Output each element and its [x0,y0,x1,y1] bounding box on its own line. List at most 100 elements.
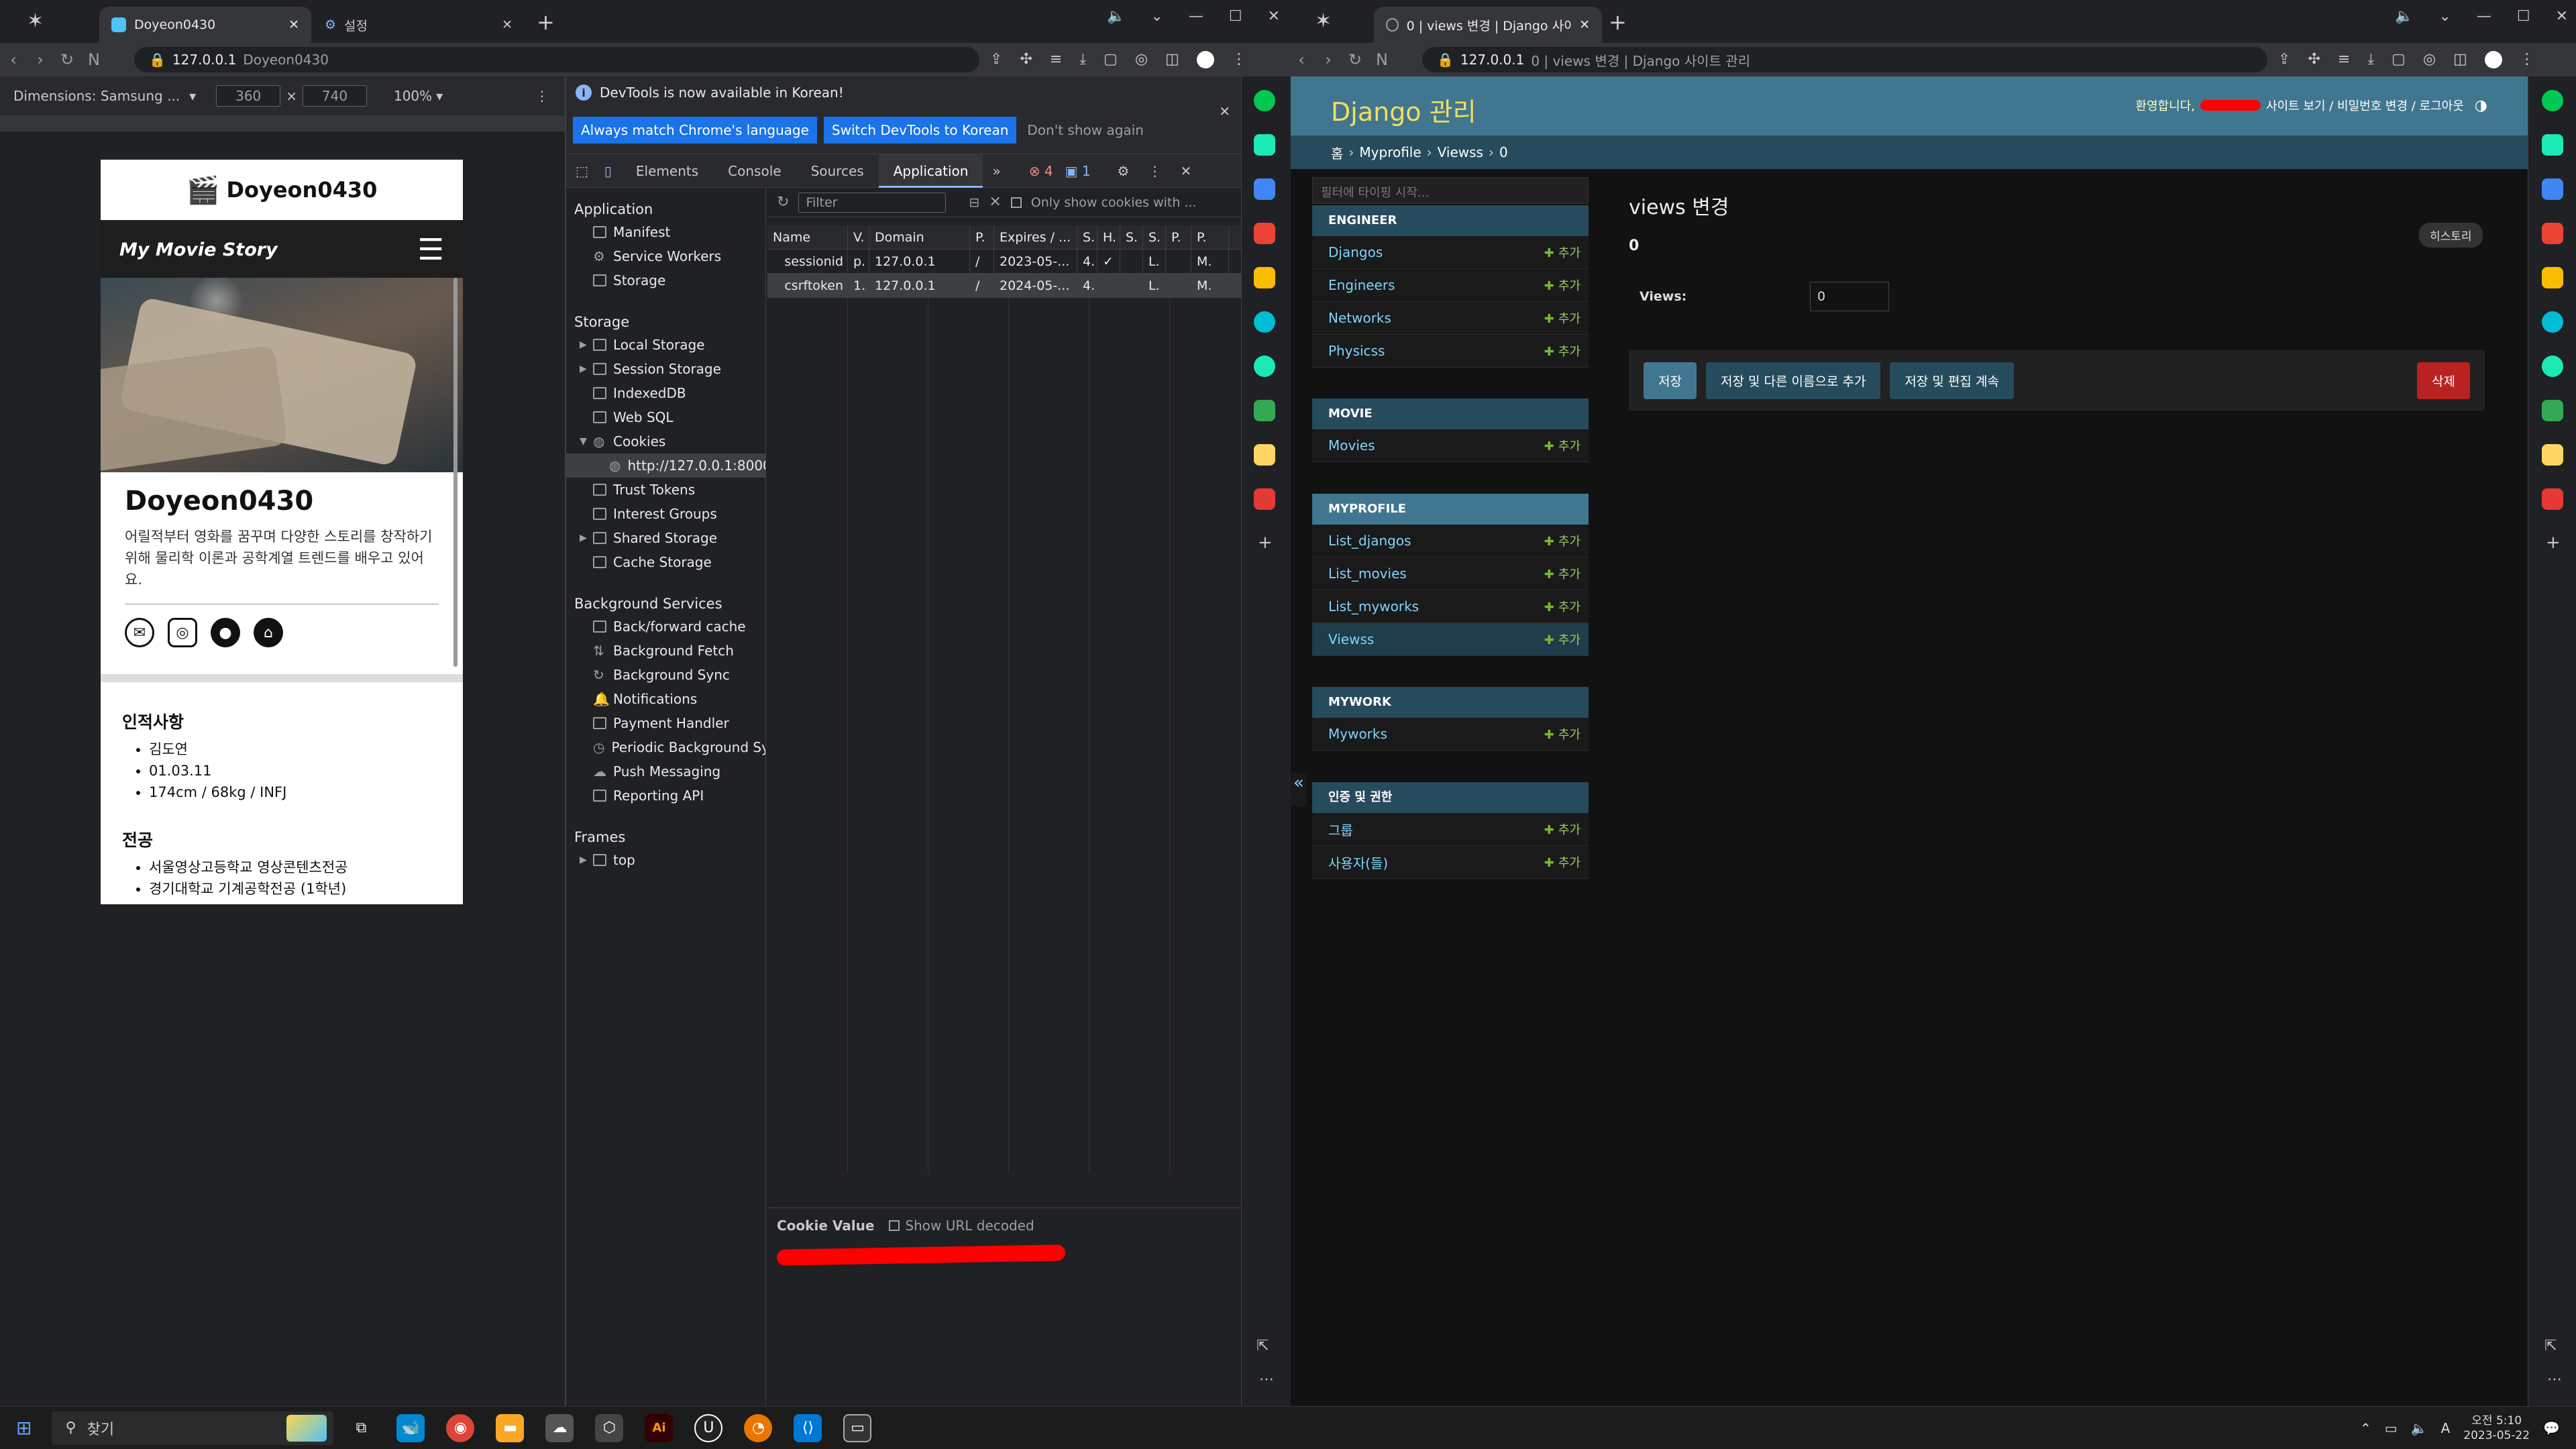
model-link[interactable]: Myworks [1328,726,1544,742]
sidebar-item-websql[interactable]: Web SQL [566,405,765,429]
unreal-icon[interactable]: U [694,1413,723,1442]
speaker-icon[interactable]: 🔈 [2395,8,2413,25]
new-tab-button[interactable]: + [1609,9,1627,35]
reload-icon[interactable]: ↻ [1342,50,1368,69]
collapse-arrow-icon[interactable]: ▼ [580,436,587,447]
refresh-icon[interactable]: ↻ [777,194,789,211]
model-link[interactable]: Engineers [1328,277,1544,293]
extension-icon[interactable] [2542,400,2563,421]
nav-row-groups[interactable]: 그룹 ✚ 추가 [1312,813,1589,846]
add-link[interactable]: ✚ 추가 [1544,853,1580,871]
windows-start-icon[interactable]: ⊞ [16,1417,32,1439]
cookie-filter-input[interactable]: Filter [798,192,947,213]
unity-icon[interactable]: ⬡ [595,1413,624,1442]
sidebar-item-manifest[interactable]: Manifest [566,220,765,244]
sidebar-item-shared-storage[interactable]: ▶ Shared Storage [566,526,765,550]
sidebar-item-bfcache[interactable]: Back/forward cache [566,614,765,639]
whale-browser-icon[interactable]: 🐋 [396,1413,425,1442]
maximize-icon[interactable]: ☐ [2517,8,2530,25]
sidebar-item-top-frame[interactable]: ▶ top [566,848,765,872]
extension-icon[interactable] [2542,444,2563,466]
blender-icon[interactable]: ◔ [744,1413,773,1442]
error-badge[interactable]: ⊗ 4 [1029,163,1053,179]
nav-row-djangos[interactable]: Djangos ✚ 추가 [1312,236,1589,269]
close-devtools-icon[interactable]: ✕ [1180,163,1191,179]
device-dimensions[interactable]: Dimensions: Samsung ... [13,88,180,104]
left-omnibox[interactable]: 🔒 127.0.0.1 Doyeon0430 [134,47,979,72]
extension-icon[interactable] [2542,223,2563,244]
back-icon[interactable]: ‹ [0,50,27,69]
close-icon[interactable]: ✕ [1579,17,1590,32]
add-link[interactable]: ✚ 추가 [1544,276,1580,294]
chat-icon[interactable]: ▢ [1104,51,1118,68]
illustrator-icon[interactable]: Ai [645,1413,674,1442]
new-tab-button[interactable]: + [537,9,555,35]
only-show-checkbox[interactable] [1010,197,1022,208]
vscode-icon[interactable]: ⟨⟩ [794,1413,822,1442]
message-badge[interactable]: ▣ 1 [1065,163,1091,179]
model-link[interactable]: Viewss [1328,631,1544,647]
tab-sources[interactable]: Sources [796,154,879,188]
sidebar-item-notifications[interactable]: 🔔 Notifications [566,687,765,711]
screenshot-icon[interactable]: ◎ [2423,51,2436,68]
nav-row-networks[interactable]: Networks ✚ 추가 [1312,302,1589,335]
extension-icon[interactable] [1254,311,1275,333]
theme-toggle-icon[interactable]: ◑ [2475,97,2487,114]
extension-icon[interactable] [1254,178,1275,200]
add-extension-icon[interactable]: + [1258,533,1273,553]
extension-icon[interactable] [1254,400,1275,421]
kebab-icon[interactable]: ⋮ [1148,163,1161,179]
sidebar-item-bg-fetch[interactable]: ⇅ Background Fetch [566,639,765,663]
add-link[interactable]: ✚ 추가 [1544,437,1580,454]
nav-row-myworks[interactable]: Myworks ✚ 추가 [1312,718,1589,751]
breadcrumb-home[interactable]: 홈 [1331,143,1343,162]
sidebar-item-reporting[interactable]: Reporting API [566,784,765,808]
extension-icon[interactable] [1254,223,1275,244]
model-link[interactable]: 사용자(들) [1328,853,1544,872]
close-window-icon[interactable]: ✕ [1268,8,1280,25]
close-icon[interactable]: ✕ [288,17,299,32]
forward-icon[interactable]: › [1315,50,1342,69]
more-tabs-icon[interactable]: » [983,163,1010,179]
module-caption[interactable]: MYPROFILE [1312,494,1589,525]
nav-row-movies[interactable]: Movies ✚ 추가 [1312,429,1589,462]
settings-gear-icon[interactable]: ⚙ [1118,163,1130,179]
minimize-icon[interactable]: — [2477,8,2491,25]
app-icon[interactable]: ☁ [545,1413,574,1442]
chevron-down-icon[interactable]: ⌄ [2438,8,2451,25]
home-icon[interactable]: ⌂ [254,618,283,647]
sidebar-item-trust-tokens[interactable]: Trust Tokens [566,478,765,502]
switch-korean-button[interactable]: Switch DevTools to Korean [823,117,1017,144]
share-icon[interactable]: ⇪ [990,51,1002,68]
expand-arrow-icon[interactable]: ▶ [580,339,587,350]
minimize-icon[interactable]: — [1189,8,1203,25]
sidebar-item-cache-storage[interactable]: Cache Storage [566,550,765,574]
module-caption[interactable]: MOVIE [1312,398,1589,429]
hamburger-icon[interactable]: ☰ [418,233,444,267]
tab-application[interactable]: Application [878,154,983,188]
instagram-icon[interactable]: ◎ [168,618,197,647]
chat-icon[interactable]: ▢ [2392,51,2406,68]
more-icon[interactable]: ⋮ [535,88,549,104]
model-link[interactable]: List_myworks [1328,598,1544,614]
table-row[interactable]: sessionid p. 127.0.0.1 / 2023-05-... 4. … [767,249,1242,274]
column-header[interactable]: Name [767,225,848,250]
nav-row-list-myworks[interactable]: List_myworks ✚ 추가 [1312,590,1589,623]
column-header[interactable]: P. [970,225,994,250]
sidebar-item-interest-groups[interactable]: Interest Groups [566,502,765,526]
screenshot-icon[interactable]: ◎ [1135,51,1148,68]
history-button[interactable]: 히스토리 [2419,223,2483,248]
column-header[interactable]: Expires / ... [994,225,1077,250]
volume-icon[interactable]: 🔈 [2411,1420,2428,1436]
extension-icon[interactable] [1254,444,1275,466]
sidebar-item-local-storage[interactable]: ▶ Local Storage [566,333,765,357]
viewport-scrollbar[interactable] [453,278,458,667]
expand-arrow-icon[interactable]: ▶ [580,533,587,543]
user-links[interactable]: 사이트 보기 / 비밀번호 변경 / 로그아웃 [2266,97,2464,114]
extension-icon[interactable] [1254,90,1275,111]
sidebar-item-cookie-origin[interactable]: ◍ http://127.0.0.1:8000 [566,453,765,478]
url-decoded-checkbox[interactable] [889,1220,900,1231]
menu-icon[interactable]: ⋮ [2520,51,2534,68]
clock[interactable]: 오전 5:10 2023-05-22 [2463,1413,2530,1443]
open-external-icon[interactable]: ⇱ [2544,1338,2557,1354]
